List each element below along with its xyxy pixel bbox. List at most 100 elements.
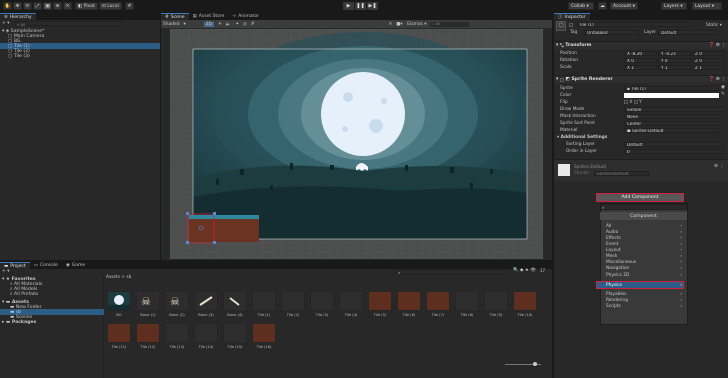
shader-dropdown[interactable]: Sprites/Default [594,171,649,176]
hierarchy-search-input[interactable]: ⌕ All [14,21,124,27]
object-picker-icon[interactable]: ◉ [721,85,725,90]
draw-mode-dropdown[interactable]: Simple [624,107,724,112]
scale-tool-icon[interactable]: ⤢ [33,2,42,10]
tab-scene[interactable]: # Scene [161,13,189,20]
component-category-item[interactable]: Physics 2D › [604,272,684,278]
component-menu-icon[interactable]: ❓ ⚙ ⋮ [709,43,726,48]
asset-item[interactable]: Tile (7) [425,291,451,323]
gameobject-icon[interactable]: ⬡ [556,21,566,31]
order-in-layer-field[interactable]: 0 [624,149,724,154]
shading-mode-dropdown[interactable]: Shaded [163,22,180,27]
project-add-button[interactable]: + ▾ [2,269,9,274]
scale-y-field[interactable]: Y 1 [658,65,691,70]
tab-inspector[interactable]: ⓘ Inspector [554,13,590,20]
asset-item[interactable]: Tile (1) [251,291,277,323]
2d-toggle[interactable]: 2D [203,21,214,27]
asset-item[interactable]: Tile (2) [280,291,306,323]
tools-icon[interactable]: ✕ [389,22,393,27]
local-toggle[interactable]: ⊡ Local [99,2,122,10]
asset-item[interactable]: Tile (3) [309,291,335,323]
grid-toggle-icon[interactable]: # [251,22,255,27]
tab-console[interactable]: ▭ Console [30,262,62,269]
hierarchy-add-button[interactable]: + ▾ [2,21,9,26]
hierarchy-item[interactable]: ▢ Tile (3) [8,53,30,59]
breadcrumb-assets[interactable]: Assets [106,275,120,280]
material-field[interactable]: ● Sprites-Default [624,128,719,133]
sorting-layer-dropdown[interactable]: Default [624,142,724,147]
component-category-item-selected[interactable]: Physics › [604,282,684,288]
color-swatch[interactable] [624,93,719,98]
scene-viewport[interactable] [170,29,543,259]
transform-header[interactable]: ▾ ⤡ Transform ❓ ⚙ ⋮ [554,41,728,49]
mask-interaction-dropdown[interactable]: None [624,114,724,119]
rotation-x-field[interactable]: X 0 [624,58,657,63]
effects-toggle-icon[interactable]: ✦ [235,22,239,27]
tab-asset-store[interactable]: ▤ Asset Store [189,13,229,20]
position-x-field[interactable]: X -8.20 [624,51,657,56]
active-checkbox[interactable] [569,23,573,27]
layers-dropdown[interactable]: Layers ▾ [661,2,687,10]
packages-foldout[interactable]: ▸ ▬ Packages [2,319,36,325]
hidden-objects-icon[interactable]: ◎ [243,22,247,27]
asset-item[interactable]: Tile (15) [222,323,248,355]
tab-animator[interactable]: ⊹ Animator [228,13,262,20]
project-search-input[interactable]: ⌕ [395,269,510,275]
pause-button[interactable]: ❚❚ [355,2,366,10]
asset-item[interactable]: Tile (9) [483,291,509,323]
sprite-field[interactable]: ▪ Tile (1) [624,86,719,91]
scale-z-field[interactable]: Z 1 [692,65,725,70]
camera-icon[interactable]: ■▾ [396,22,402,27]
position-z-field[interactable]: Z 0 [692,51,725,56]
asset-item[interactable]: Tile (14) [193,323,219,355]
asset-item[interactable]: Tile (5) [367,291,393,323]
scale-x-field[interactable]: X 1 [624,65,657,70]
component-category-item[interactable]: Navigation › [604,265,684,271]
gizmos-dropdown[interactable]: Gizmos ▾ [407,22,427,27]
collab-button[interactable]: Collab ▾ [568,2,594,10]
tab-hierarchy[interactable]: ≡ Hierarchy [0,13,36,20]
step-button[interactable]: ▶❚ [367,2,378,10]
tag-dropdown[interactable]: Untagged [584,30,639,35]
cloud-icon[interactable]: ☁ [598,2,607,10]
object-name-field[interactable]: Tile (1) [576,22,691,27]
sprite-renderer-header[interactable]: ▾ ◩ Sprite Renderer ❓ ⚙ ⋮ [554,75,728,83]
eyedropper-icon[interactable]: ✎ [721,92,725,97]
account-dropdown[interactable]: Account ▾ [610,2,638,10]
breadcrumb-sb[interactable]: sb [126,275,131,280]
additional-settings-foldout[interactable]: ▾ Additional Settings [557,134,607,140]
filter-icons[interactable]: 🔍 ◆ ★ 👁 [513,268,536,273]
play-button[interactable]: ▶ [343,2,354,10]
transform-tool-icon[interactable]: ⊕ [53,2,62,10]
flip-x-toggle[interactable]: X Y [624,99,642,105]
layout-dropdown[interactable]: Layout ▾ [692,2,722,10]
favorite-item[interactable]: ⌕ All Prefabs [10,291,38,298]
asset-item[interactable]: Tile (6) [396,291,422,323]
asset-item[interactable]: Tile (13) [164,323,190,355]
sort-point-dropdown[interactable]: Center [624,121,724,126]
slider-handle[interactable] [533,362,537,366]
asset-item[interactable]: Tile (16) [251,323,277,355]
static-toggle[interactable]: Static ▾ [706,22,722,28]
scene-search-input[interactable]: ⌕ All [430,21,471,27]
hand-tool-icon[interactable]: ✋ [3,2,12,10]
asset-item[interactable]: Tile (12) [135,323,161,355]
position-y-field[interactable]: Y -4.23 [658,51,691,56]
asset-item[interactable]: ☠ Bone (2) [164,291,190,323]
rect-tool-icon[interactable]: ▣ [43,2,52,10]
lighting-toggle-icon[interactable]: ☀ [218,22,222,27]
custom-tool-icon[interactable]: ✕ [63,2,72,10]
audio-toggle-icon[interactable]: 🔈 [226,22,231,27]
tab-game[interactable]: ◉ Game [62,262,89,269]
component-category-item[interactable]: Scripts › [604,303,684,309]
pivot-toggle[interactable]: ◧ Pivot [75,2,98,10]
rotate-tool-icon[interactable]: ⟳ [23,2,32,10]
snap-icon[interactable]: # [125,2,134,10]
component-menu-icon[interactable]: ❓ ⚙ ⋮ [709,77,726,82]
component-search-input[interactable]: ⌕ [600,204,687,210]
asset-item[interactable]: BG [106,291,132,323]
layer-dropdown[interactable]: Default [658,30,718,35]
asset-item[interactable]: Tile (11) [106,323,132,355]
tab-project[interactable]: ▬ Project [0,262,30,269]
asset-item[interactable]: Tile (10) [512,291,538,323]
rotation-z-field[interactable]: Z 0 [692,58,725,63]
